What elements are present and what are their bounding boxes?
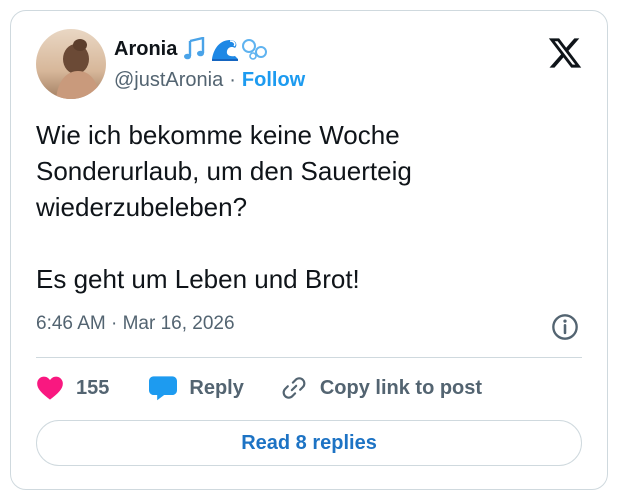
x-logo-icon[interactable] <box>547 35 583 71</box>
tweet-card: Aronia @justAronia · Follow Wie ich beko… <box>10 10 608 490</box>
reply-bubble-icon <box>149 376 178 401</box>
read-replies-button[interactable]: Read 8 replies <box>36 420 582 466</box>
link-icon <box>282 377 306 399</box>
avatar[interactable] <box>36 29 106 99</box>
reply-button[interactable]: Reply <box>149 375 244 401</box>
action-bar: 155 Reply Copy link to post <box>36 371 482 405</box>
divider <box>36 357 582 358</box>
heart-icon <box>37 376 63 400</box>
copy-link-button[interactable]: Copy link to post <box>280 375 482 401</box>
avatar-photo <box>36 29 106 99</box>
follow-button[interactable]: Follow <box>242 69 305 92</box>
like-button[interactable]: 155 <box>36 375 109 401</box>
display-name[interactable]: Aronia <box>114 38 177 61</box>
tweet-paragraph: Es geht um Leben und Brot! <box>36 264 360 294</box>
like-count: 155 <box>76 376 110 399</box>
bubbles-icon <box>242 39 268 60</box>
tweet-paragraph: Wie ich bekomme keine Woche Sonderurlaub… <box>36 120 412 222</box>
name-emojis <box>183 37 269 61</box>
musical-notes-icon <box>184 37 205 60</box>
handle[interactable]: @justAronia <box>114 69 223 92</box>
reply-label: Reply <box>189 376 244 399</box>
author-name-row: Aronia <box>114 37 269 61</box>
copy-link-label: Copy link to post <box>319 376 483 399</box>
handle-row: @justAronia · Follow <box>114 69 305 92</box>
info-icon[interactable] <box>551 313 579 341</box>
tweet-text: Wie ich bekomme keine Woche Sonderurlaub… <box>36 117 556 297</box>
separator-dot: · <box>229 69 236 91</box>
tweet-timestamp[interactable]: 6:46 AM · Mar 16, 2026 <box>36 313 235 335</box>
wave-icon <box>212 40 239 61</box>
